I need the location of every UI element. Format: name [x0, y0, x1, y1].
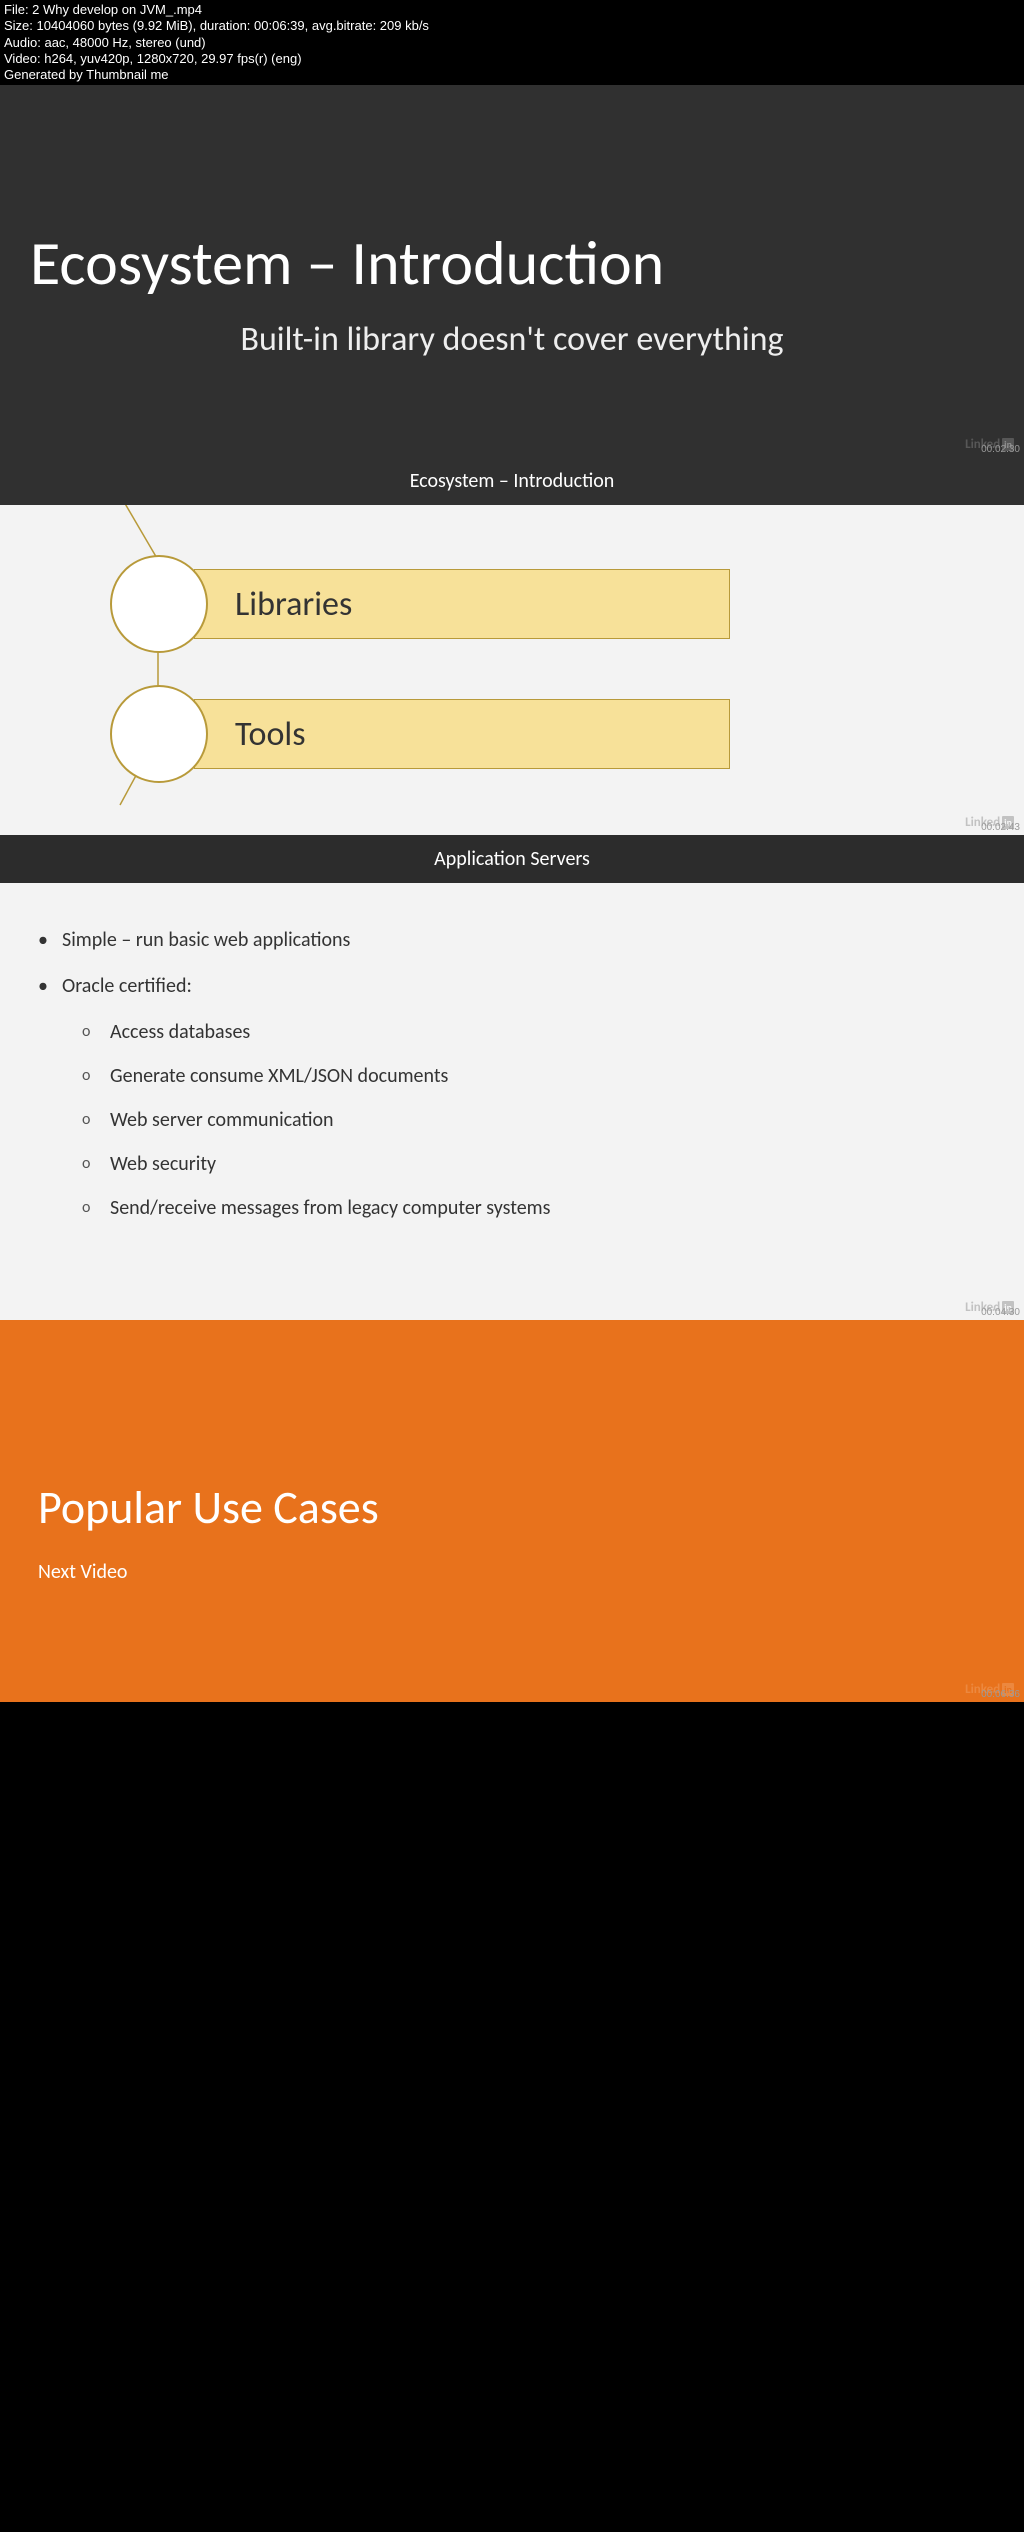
- meta-video: Video: h264, yuv420p, 1280x720, 29.97 fp…: [4, 51, 1020, 67]
- diagram-row-tools: Tools: [110, 685, 730, 783]
- meta-gen: Generated by Thumbnail me: [4, 67, 1020, 83]
- circle-icon: [110, 685, 208, 783]
- slide1-title: Ecosystem – Introduction: [20, 225, 1004, 301]
- bullet-list: Simple – run basic web applications Orac…: [38, 928, 986, 998]
- sub-bullet-list: Access databases Generate consume XML/JS…: [82, 1020, 986, 1220]
- slide4-title: Popular Use Cases: [38, 1480, 986, 1536]
- timestamp-3: 00:04:30: [981, 1307, 1020, 1318]
- caption-ecosystem: Ecosystem – Introduction: [0, 457, 1024, 505]
- timestamp-4: 00:06:36: [981, 1689, 1020, 1700]
- sub-access-db: Access databases: [82, 1020, 986, 1044]
- slide-application-servers: Simple – run basic web applications Orac…: [0, 883, 1024, 1320]
- diagram-row-libraries: Libraries: [110, 555, 730, 653]
- bullet-oracle: Oracle certified:: [38, 974, 986, 998]
- slide-ecosystem-intro: Ecosystem – Introduction Built-in librar…: [0, 85, 1024, 457]
- bar-tools: Tools: [194, 699, 730, 769]
- sub-security: Web security: [82, 1152, 986, 1176]
- sub-messages: Send/receive messages from legacy comput…: [82, 1196, 986, 1220]
- slide-libraries-tools: Libraries Tools Linked in 00:02:43: [0, 505, 1024, 835]
- video-metadata: File: 2 Why develop on JVM_.mp4 Size: 10…: [0, 0, 1024, 85]
- diagram: Libraries Tools: [110, 555, 730, 783]
- bullet-simple: Simple – run basic web applications: [38, 928, 986, 952]
- caption-appservers: Application Servers: [0, 835, 1024, 883]
- bar-libraries: Libraries: [194, 569, 730, 639]
- slide4-subtitle: Next Video: [38, 1560, 986, 1584]
- meta-audio: Audio: aac, 48000 Hz, stereo (und): [4, 35, 1020, 51]
- bottom-black-region: [0, 1702, 1024, 2532]
- slide-popular-use-cases: Popular Use Cases Next Video Linked in 0…: [0, 1320, 1024, 1702]
- meta-file: File: 2 Why develop on JVM_.mp4: [4, 2, 1020, 18]
- sub-webserver: Web server communication: [82, 1108, 986, 1132]
- timestamp-1: 00:02:30: [981, 444, 1020, 455]
- meta-size: Size: 10404060 bytes (9.92 MiB), duratio…: [4, 18, 1020, 34]
- circle-icon: [110, 555, 208, 653]
- slide1-subtitle: Built-in library doesn't cover everythin…: [20, 319, 1004, 360]
- timestamp-2: 00:02:43: [981, 822, 1020, 833]
- sub-xml-json: Generate consume XML/JSON documents: [82, 1064, 986, 1088]
